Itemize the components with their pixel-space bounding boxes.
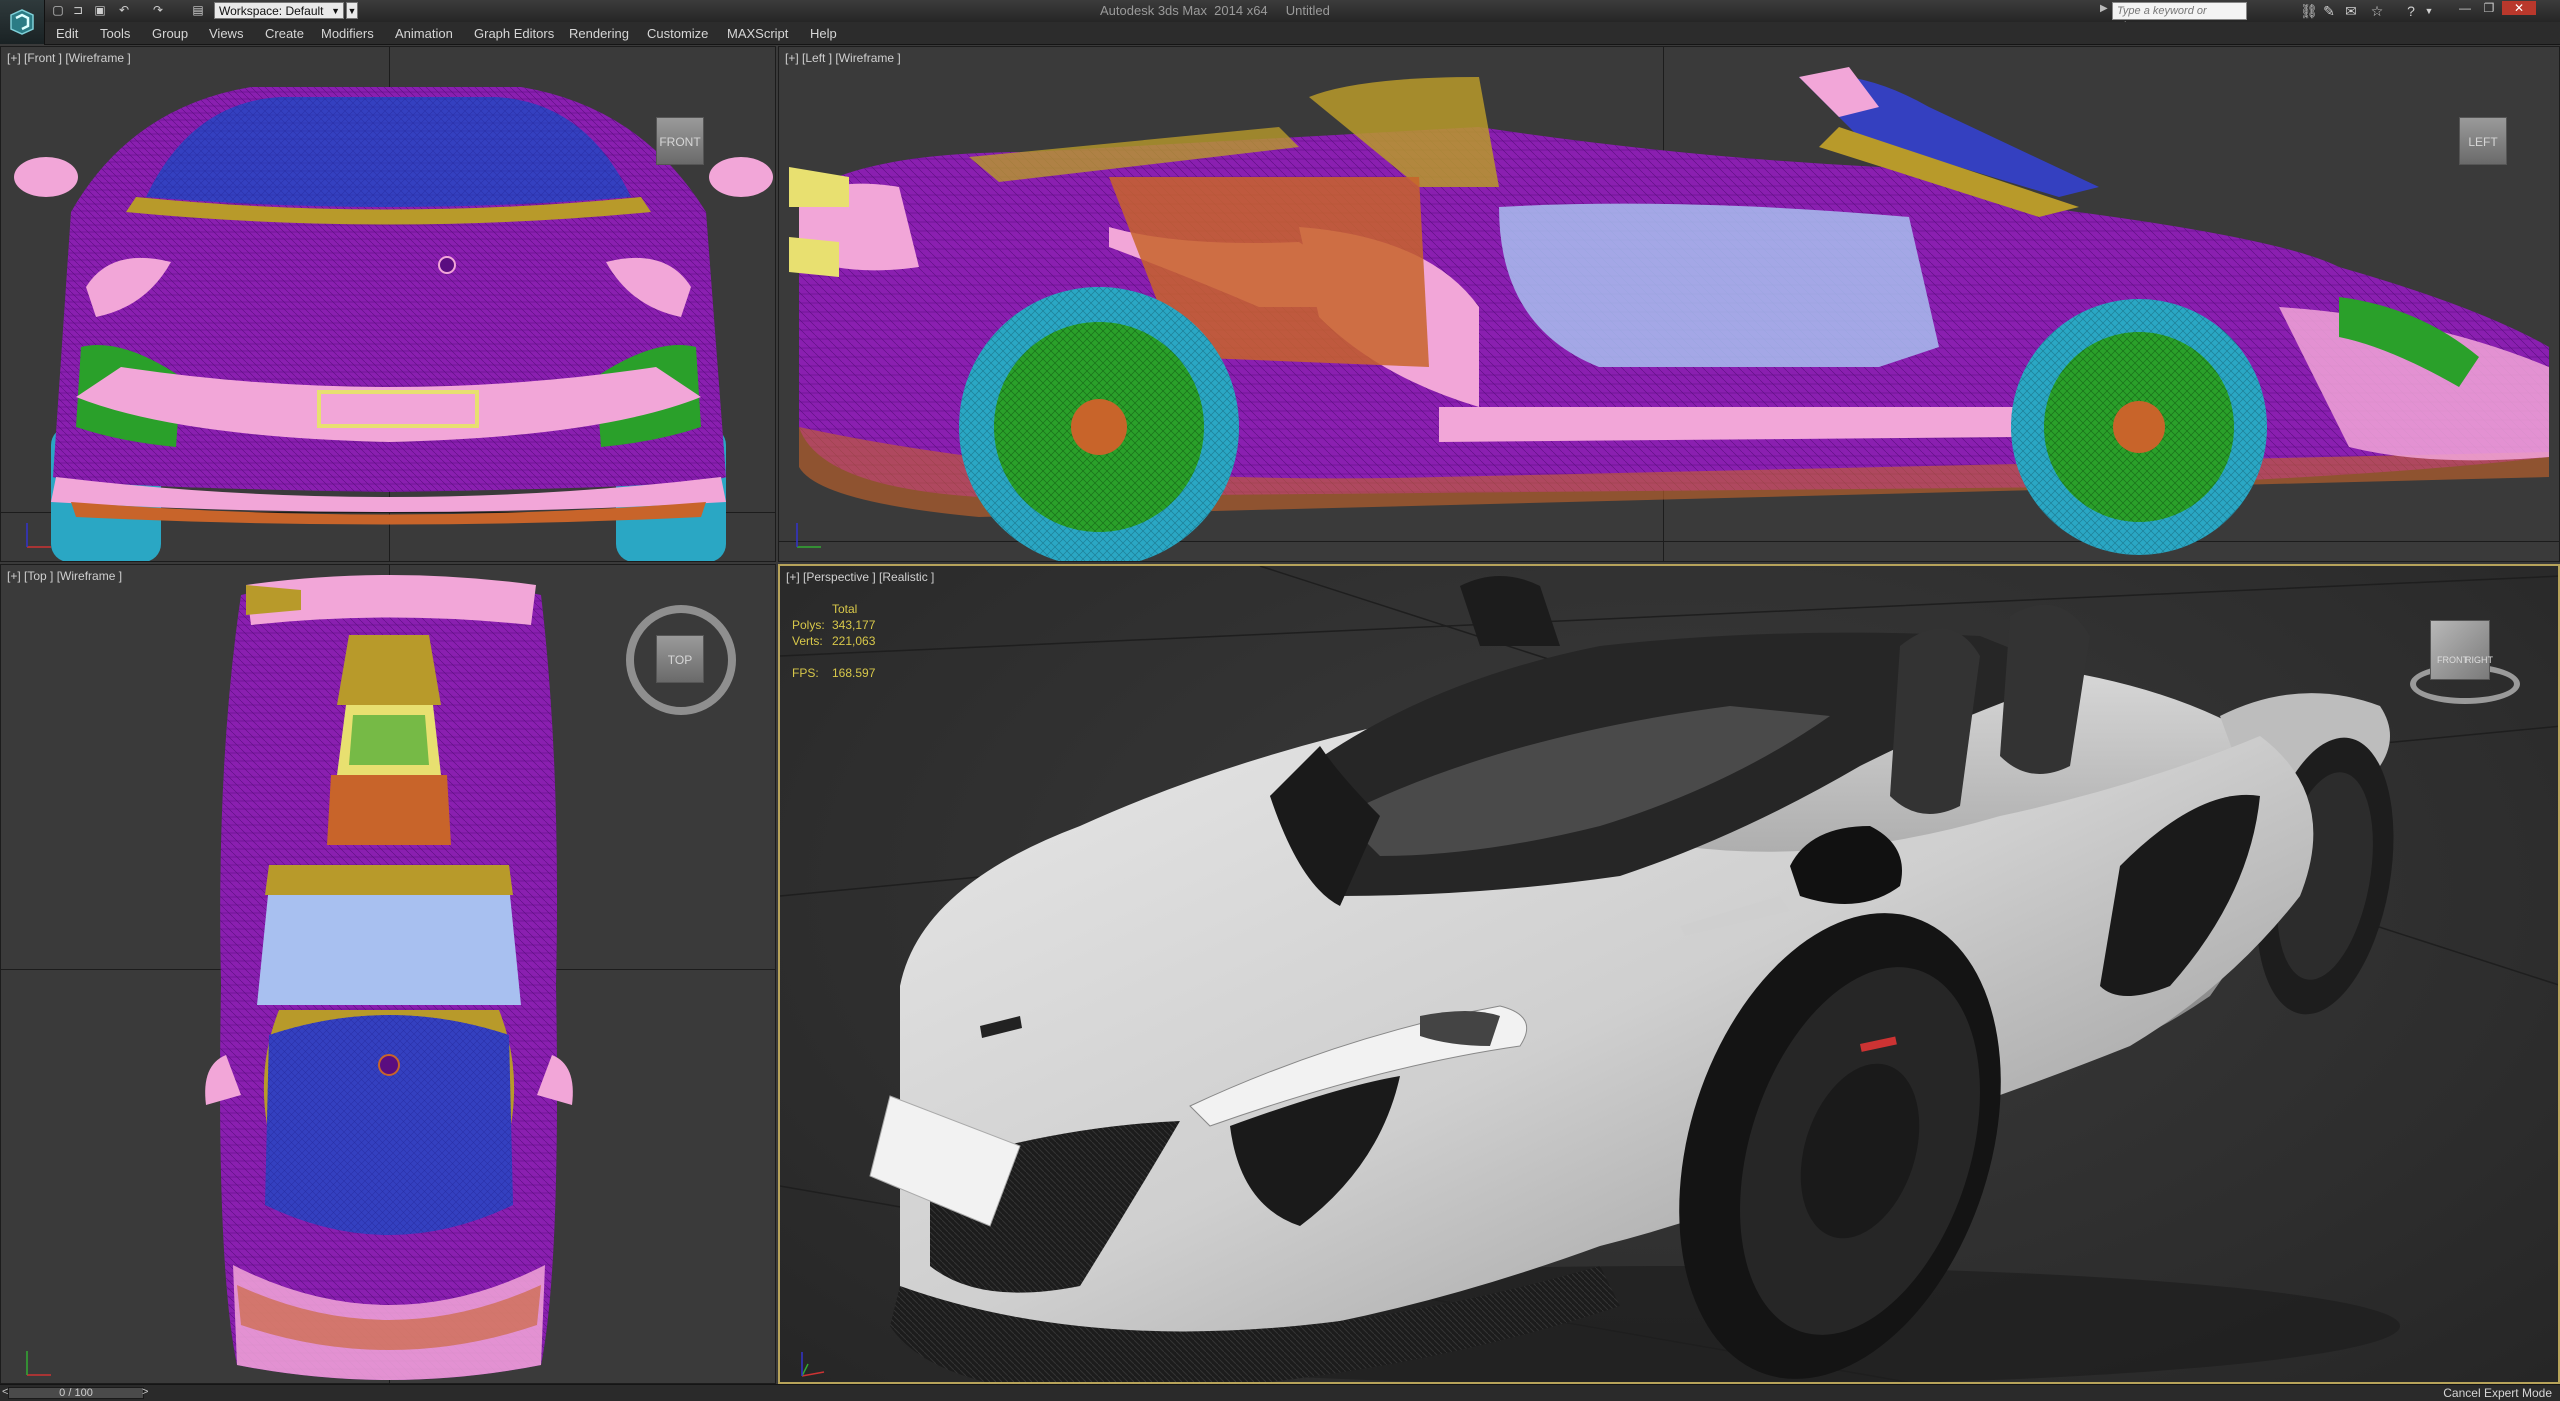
viewport-perspective[interactable]: [+] [Perspective ] [Realistic ] Total Po… xyxy=(778,564,2560,1384)
viewport-label[interactable]: [+] [Left ] [Wireframe ] xyxy=(785,51,901,65)
menu-views[interactable]: Views xyxy=(209,26,243,41)
help-dropdown-icon[interactable]: ▼ xyxy=(2420,2,2438,20)
open-file-icon[interactable]: ⊐ xyxy=(70,3,86,18)
menu-help[interactable]: Help xyxy=(810,26,837,41)
menu-graph-editors[interactable]: Graph Editors xyxy=(474,26,554,41)
menu-create[interactable]: Create xyxy=(265,26,304,41)
application-menu-button[interactable] xyxy=(0,0,45,44)
time-slider-next-button[interactable]: > xyxy=(142,1386,148,1398)
viewport-label[interactable]: [+] [Perspective ] [Realistic ] xyxy=(786,570,934,584)
viewcube-face-front[interactable]: FRONT xyxy=(2437,655,2468,665)
axis-tripod-icon xyxy=(26,1351,51,1376)
stats-polys-label: Polys: xyxy=(792,618,825,632)
stats-verts-label: Verts: xyxy=(792,634,823,648)
stats-fps-value: 168.597 xyxy=(832,666,876,680)
search-expand-icon[interactable]: ▶ xyxy=(2100,3,2108,14)
menu-tools[interactable]: Tools xyxy=(100,26,130,41)
redo-icon[interactable]: ↷ xyxy=(150,3,166,18)
title-bar: ▢ ⊐ ▣ ↶ ↷ ▤ Workspace: Default ▼ ▼ Autod… xyxy=(0,0,2560,32)
cancel-expert-mode-button[interactable]: Cancel Expert Mode xyxy=(2443,1386,2552,1400)
new-file-icon[interactable]: ▢ xyxy=(50,3,66,18)
menu-animation[interactable]: Animation xyxy=(395,26,453,41)
quick-access-menu-button[interactable]: ▼ xyxy=(346,2,358,19)
viewport-label[interactable]: [+] [Top ] [Wireframe ] xyxy=(7,569,122,583)
menu-bar: Edit Tools Group Views Create Modifiers … xyxy=(44,22,2560,45)
menu-group[interactable]: Group xyxy=(152,26,188,41)
save-icon[interactable]: ▣ xyxy=(92,3,108,18)
menu-rendering[interactable]: Rendering xyxy=(569,26,629,41)
subscription-icon[interactable]: ✎ xyxy=(2320,2,2338,20)
axis-tripod-icon xyxy=(801,1352,825,1377)
project-folder-icon[interactable]: ▤ xyxy=(190,3,206,18)
minimize-button[interactable]: — xyxy=(2454,1,2476,15)
chevron-down-icon: ▼ xyxy=(331,6,340,16)
viewcube-left[interactable]: LEFT xyxy=(2459,117,2507,165)
undo-icon[interactable]: ↶ xyxy=(116,3,132,18)
stats-fps-label: FPS: xyxy=(792,666,819,680)
help-icon[interactable]: ? xyxy=(2402,2,2420,20)
viewport-left[interactable]: [+] [Left ] [Wireframe ] LEFT xyxy=(778,46,2560,562)
menu-customize[interactable]: Customize xyxy=(647,26,708,41)
menu-maxscript[interactable]: MAXScript xyxy=(727,26,788,41)
axis-tripod-icon xyxy=(26,523,51,548)
viewcube-face-right[interactable]: RIGHT xyxy=(2465,655,2493,665)
viewcube-top[interactable]: TOP xyxy=(656,635,704,683)
workspace-dropdown[interactable]: Workspace: Default ▼ xyxy=(214,2,344,19)
menu-edit[interactable]: Edit xyxy=(56,26,78,41)
time-slider[interactable]: 0 / 100 xyxy=(8,1387,144,1399)
stats-header: Total xyxy=(832,602,858,616)
stats-polys-value: 343,177 xyxy=(832,618,876,632)
restore-button[interactable]: ❐ xyxy=(2478,1,2500,15)
axis-tripod-icon xyxy=(796,523,821,548)
close-button[interactable]: ✕ xyxy=(2502,1,2536,15)
menu-modifiers[interactable]: Modifiers xyxy=(321,26,374,41)
binoculars-icon[interactable]: ⛓ xyxy=(2300,2,2318,20)
stats-verts-value: 221,063 xyxy=(832,634,876,648)
search-input[interactable]: Type a keyword or phrase xyxy=(2112,2,2247,32)
3dsmax-logo-icon xyxy=(10,9,34,35)
car-side-wireframe xyxy=(789,67,2549,561)
viewcube-box[interactable]: FRONT RIGHT xyxy=(2430,620,2493,680)
communication-center-icon[interactable]: ✉ xyxy=(2342,2,2360,20)
viewcube-front[interactable]: FRONT xyxy=(656,117,704,165)
favorites-star-icon[interactable]: ☆ xyxy=(2368,2,2386,20)
viewport-label[interactable]: [+] [Front ] [Wireframe ] xyxy=(7,51,131,65)
car-perspective-render xyxy=(780,566,2558,1382)
viewport-top[interactable]: [+] [Top ] [Wireframe ] TOP xyxy=(0,564,776,1384)
window-title: Autodesk 3ds Max 2014 x64 Untitled xyxy=(1100,3,1330,18)
workspace-label: Workspace: Default xyxy=(219,4,324,18)
viewport-front[interactable]: [+] [Front ] [Wireframe ] FRONT xyxy=(0,46,776,562)
status-bar: < 0 / 100 > Cancel Expert Mode xyxy=(0,1384,2560,1401)
